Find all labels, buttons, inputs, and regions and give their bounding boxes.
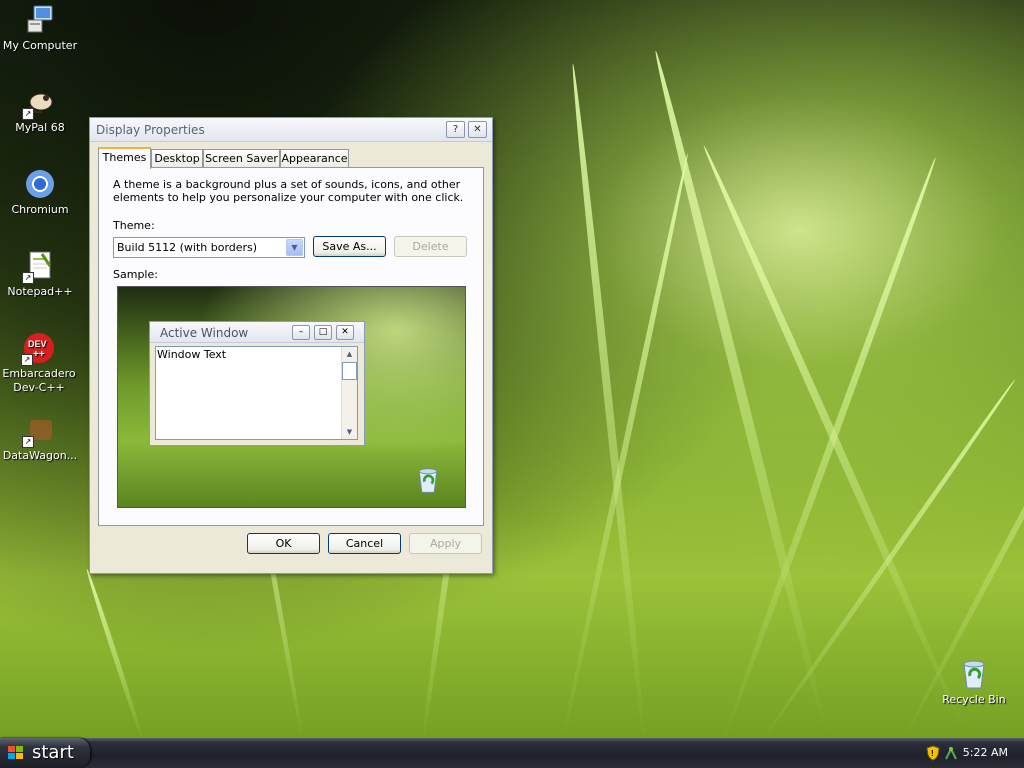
dialog-titlebar[interactable]: Display Properties ? ✕	[90, 118, 492, 142]
tab-appearance[interactable]: Appearance	[280, 149, 349, 167]
tray-clock[interactable]: 5:22 AM	[963, 746, 1008, 759]
close-icon: ✕	[336, 325, 354, 340]
start-label: start	[32, 742, 74, 763]
sample-active-window: Active Window – □ ✕ Window Text ▲ ▼	[149, 321, 365, 446]
desktop-icon-label: My Computer	[2, 39, 78, 52]
windows-flag-icon	[8, 746, 24, 760]
computer-icon	[24, 4, 56, 36]
theme-select-value: Build 5112 (with borders)	[117, 241, 258, 254]
themes-description: A theme is a background plus a set of so…	[113, 178, 464, 204]
desktop-icon-chromium[interactable]: Chromium	[0, 168, 80, 217]
start-button[interactable]: start	[0, 738, 90, 768]
desktop-icon-datawagon[interactable]: ↗ DataWagon...	[0, 414, 80, 463]
theme-label: Theme:	[113, 219, 155, 232]
security-shield-icon[interactable]: !	[926, 745, 940, 761]
sample-recycle-bin-icon	[414, 465, 442, 495]
notepadpp-icon: ↗	[22, 250, 56, 284]
maximize-icon: □	[314, 325, 332, 340]
desktop-icon-notepadpp[interactable]: ↗ Notepad++	[0, 250, 80, 299]
sample-window-body: Window Text ▲ ▼	[155, 346, 358, 440]
sample-scrollbar: ▲ ▼	[341, 347, 357, 439]
shortcut-arrow-icon: ↗	[22, 272, 34, 284]
desktop-icon-label: MyPal 68	[15, 121, 65, 134]
recycle-bin-icon	[958, 658, 990, 690]
tab-themes[interactable]: Themes	[98, 147, 151, 169]
theme-sample-preview: Active Window – □ ✕ Window Text ▲ ▼	[117, 286, 466, 508]
desktop-icon-mypal[interactable]: ↗ MyPal 68	[0, 86, 80, 135]
save-as-button[interactable]: Save As...	[313, 236, 386, 257]
theme-select[interactable]: Build 5112 (with borders) ▼	[113, 237, 305, 258]
tab-screen-saver[interactable]: Screen Saver	[203, 149, 280, 167]
svg-text:++: ++	[33, 349, 45, 360]
network-icon[interactable]	[944, 745, 958, 761]
sample-window-titlebar: Active Window – □ ✕	[150, 322, 364, 343]
desktop-icon-recycle-bin[interactable]: Recycle Bin	[934, 658, 1014, 707]
cancel-button[interactable]: Cancel	[328, 533, 401, 554]
apply-button[interactable]: Apply	[409, 533, 482, 554]
chevron-down-icon[interactable]: ▼	[286, 239, 303, 256]
sample-label: Sample:	[113, 268, 158, 281]
minimize-icon: –	[292, 325, 310, 340]
datawagon-icon: ↗	[22, 414, 56, 448]
dialog-title: Display Properties	[96, 123, 205, 137]
desktop-icon-label-line1: Embarcadero	[2, 367, 76, 380]
themes-panel: A theme is a background plus a set of so…	[98, 167, 484, 526]
delete-button[interactable]: Delete	[394, 236, 467, 257]
display-properties-dialog: Display Properties ? ✕ Themes Desktop Sc…	[89, 117, 493, 574]
close-button[interactable]: ✕	[468, 121, 487, 138]
svg-text:!: !	[931, 749, 934, 758]
desktop-icon-label: Chromium	[11, 203, 69, 216]
scroll-up-icon: ▲	[346, 350, 353, 358]
ok-button[interactable]: OK	[247, 533, 320, 554]
help-button[interactable]: ?	[446, 121, 465, 138]
chromium-icon	[24, 168, 56, 200]
system-tray: ! 5:22 AM	[914, 738, 1024, 768]
taskbar: start ! 5:22 AM	[0, 738, 1024, 768]
desktop-icon-my-computer[interactable]: My Computer	[0, 4, 80, 53]
scroll-down-icon: ▼	[346, 428, 353, 436]
mypal-icon: ↗	[22, 86, 56, 120]
desktop-icon-label: Notepad++	[7, 285, 73, 298]
desktop-icon-label: Recycle Bin	[942, 693, 1006, 706]
shortcut-arrow-icon: ↗	[22, 108, 34, 120]
sample-window-title: Active Window	[160, 326, 249, 340]
tab-desktop[interactable]: Desktop	[151, 149, 203, 167]
shortcut-arrow-icon: ↗	[21, 354, 33, 366]
shortcut-arrow-icon: ↗	[22, 436, 34, 448]
desktop-icon-devcpp[interactable]: DEV ++ ↗ Embarcadero Dev-C++	[0, 332, 79, 395]
devcpp-icon: DEV ++ ↗	[21, 332, 55, 366]
scroll-thumb	[342, 362, 357, 380]
desktop-icon-label-line2: Dev-C++	[13, 381, 65, 394]
svg-text:DEV: DEV	[28, 339, 47, 349]
sample-window-text: Window Text	[157, 348, 227, 361]
desktop-icon-label: DataWagon...	[2, 449, 78, 462]
